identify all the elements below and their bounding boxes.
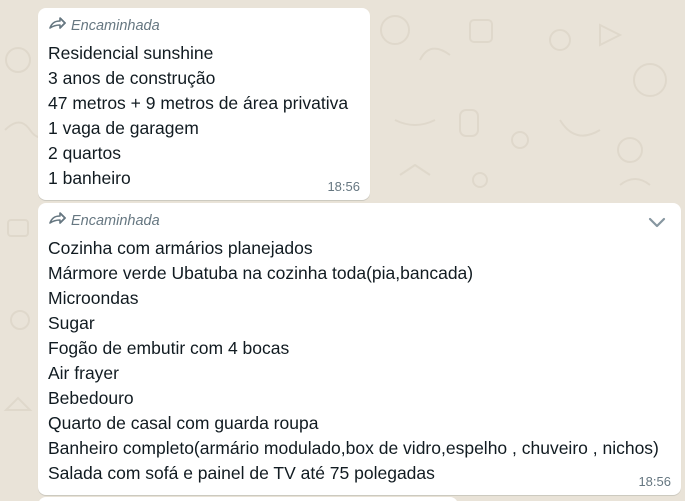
message-line: Salada com sofá e painel de TV até 75 po… (48, 463, 435, 483)
message-line: Fogão de embutir com 4 bocas (48, 338, 290, 358)
message-line: Cozinha com armários planejados (48, 238, 313, 258)
message-line: Microondas (48, 288, 139, 308)
forwarded-icon (48, 16, 67, 36)
message-line: 2 quartos (48, 143, 121, 163)
forwarded-label: Encaminhada (48, 211, 671, 231)
message-line: Air frayer (48, 363, 119, 383)
forwarded-text: Encaminhada (71, 18, 160, 34)
forwarded-icon (48, 211, 67, 231)
next-message-bubble-edge (38, 497, 458, 501)
message-line: Banheiro completo(armário modulado,box d… (48, 438, 659, 458)
message-line: Mármore verde Ubatuba na cozinha toda(pi… (48, 263, 474, 283)
message-timestamp: 18:56 (327, 179, 360, 194)
message-line: 1 banheiro (48, 168, 131, 188)
message-bubble[interactable]: Encaminhada Cozinha com armários planeja… (38, 203, 681, 495)
chevron-down-icon[interactable] (647, 215, 667, 229)
message-line: 47 metros + 9 metros de área privativa (48, 93, 349, 113)
message-line: Residencial sunshine (48, 43, 214, 63)
message-line: Sugar (48, 313, 95, 333)
message-line: Bebedouro (48, 388, 134, 408)
message-line: 1 vaga de garagem (48, 118, 199, 138)
message-timestamp: 18:56 (638, 474, 671, 489)
message-bubble[interactable]: Encaminhada Residencial sunshine 3 anos … (38, 8, 370, 200)
message-line: Quarto de casal com guarda roupa (48, 413, 319, 433)
forwarded-label: Encaminhada (48, 16, 360, 36)
message-line: 3 anos de construção (48, 68, 216, 88)
forwarded-text: Encaminhada (71, 213, 160, 229)
